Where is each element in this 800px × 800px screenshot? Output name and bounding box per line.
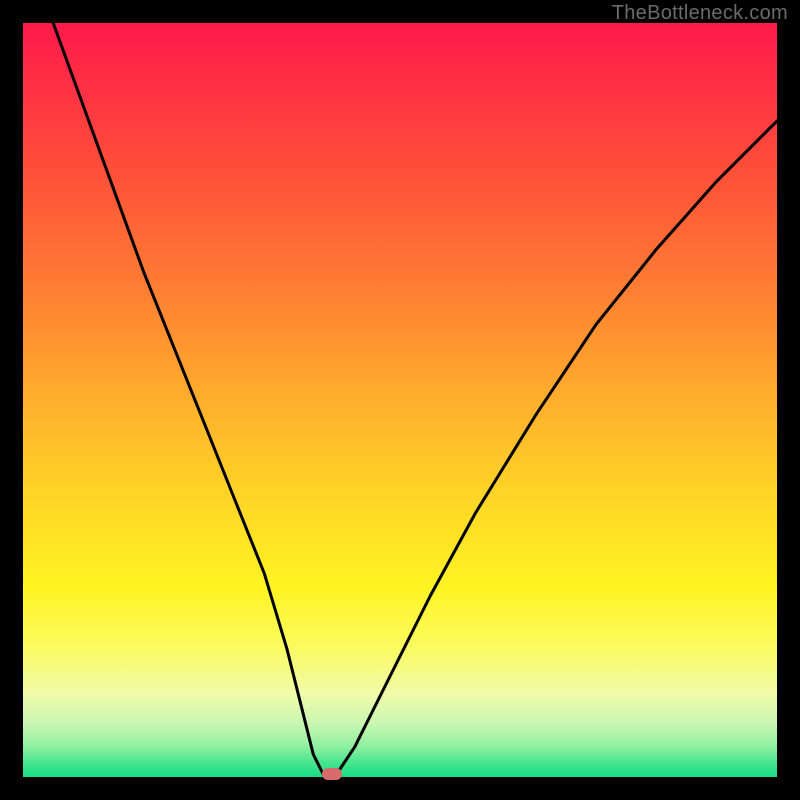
bottleneck-curve	[53, 23, 777, 777]
plot-area	[23, 23, 777, 777]
chart-stage: TheBottleneck.com	[0, 0, 800, 800]
watermark-text: TheBottleneck.com	[612, 2, 788, 25]
optimal-marker	[322, 768, 342, 780]
curve-svg	[23, 23, 777, 777]
